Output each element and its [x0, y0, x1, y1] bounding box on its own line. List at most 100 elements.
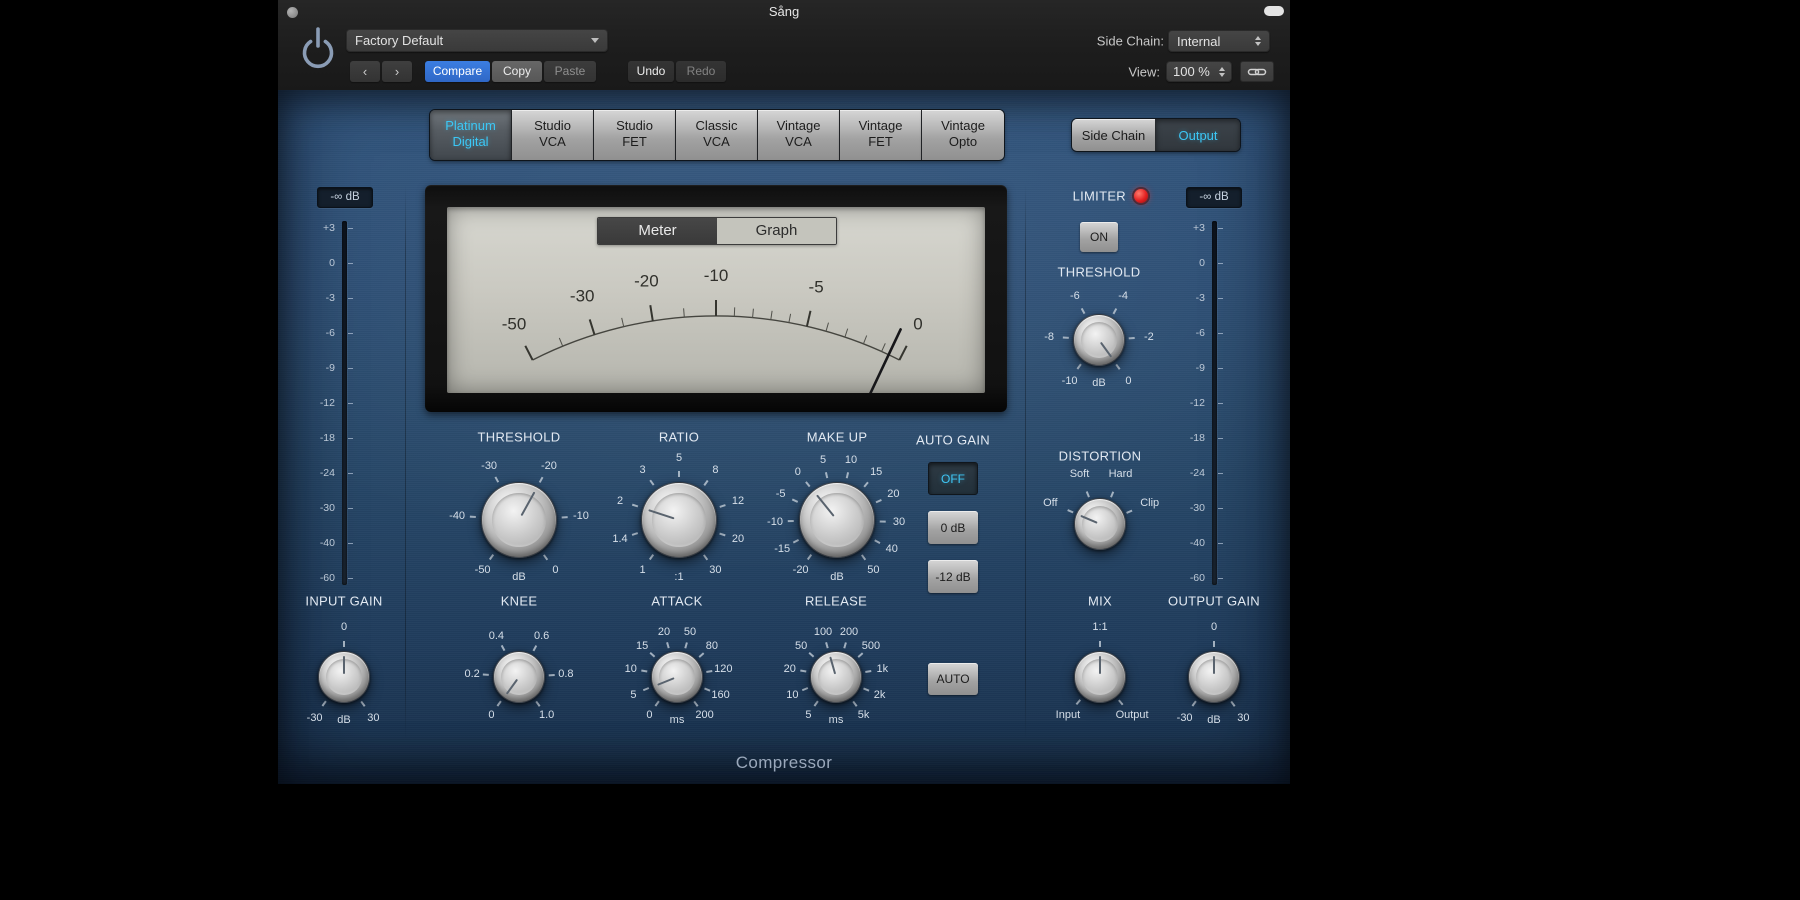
knob-scale-label: 2 — [617, 495, 623, 507]
knob-scale-label: -50 — [475, 564, 491, 576]
meter-tick — [348, 543, 353, 544]
side-chain-button[interactable]: Side Chain — [1072, 119, 1156, 151]
plugin-window: Sång Factory Default ‹ › Compare Copy Pa… — [278, 0, 1290, 784]
knob-face — [641, 482, 717, 558]
svg-text:-50: -50 — [502, 315, 527, 334]
auto-gain-0-db-button[interactable]: 0 dB — [928, 511, 978, 544]
knob-scale-label: -5 — [776, 488, 786, 500]
side-chain-select[interactable]: Internal — [1168, 30, 1270, 52]
next-preset-button[interactable]: › — [382, 61, 412, 82]
copy-button[interactable]: Copy — [492, 61, 542, 82]
knob-scale-label: Input — [1056, 709, 1080, 721]
output-button[interactable]: Output — [1156, 119, 1240, 151]
model-button-platinum-digital[interactable]: PlatinumDigital — [430, 110, 512, 160]
knob-scale-label: 5k — [858, 709, 870, 721]
link-button[interactable] — [1240, 61, 1274, 82]
model-button-classic-vca[interactable]: ClassicVCA — [676, 110, 758, 160]
knob-scale-label: 10 — [625, 663, 637, 675]
knob-scale-label: 0 — [488, 709, 494, 721]
knob-scale-label: -4 — [1118, 290, 1128, 302]
power-button[interactable] — [298, 22, 338, 70]
knob-scale-label: 30 — [893, 516, 905, 528]
meter-tick — [1218, 333, 1223, 334]
compare-button[interactable]: Compare — [425, 61, 490, 82]
knob-scale-label: 0.6 — [534, 630, 549, 642]
paste-button[interactable]: Paste — [544, 61, 596, 82]
knob-scale-label: 0 — [552, 564, 558, 576]
model-button-vintage-opto[interactable]: VintageOpto — [922, 110, 1004, 160]
svg-text:0: 0 — [913, 315, 922, 334]
undo-button[interactable]: Undo — [628, 61, 674, 82]
model-button-vintage-vca[interactable]: VintageVCA — [758, 110, 840, 160]
knob-face — [1074, 498, 1126, 550]
knob-unit-label: dB — [830, 571, 843, 583]
tab-meter[interactable]: Meter — [598, 218, 717, 244]
meter-tick-label: -12 — [320, 397, 335, 409]
knob-scale-label: 30 — [1237, 712, 1249, 724]
tab-graph[interactable]: Graph — [717, 218, 836, 244]
knob-pointer — [1075, 652, 1125, 702]
header-menu-pill[interactable] — [1264, 6, 1284, 16]
meter-tick-label: -24 — [1190, 467, 1205, 479]
knob-scale-label: 5 — [630, 689, 636, 701]
knob-scale-label: -8 — [1044, 331, 1054, 343]
model-button-vintage-fet[interactable]: VintageFET — [840, 110, 922, 160]
meter-tick — [348, 578, 353, 579]
meter-tick — [1218, 228, 1223, 229]
svg-text:-30: -30 — [570, 287, 595, 306]
knob-scale-label: 30 — [709, 564, 721, 576]
knob-scale-label: 1 — [640, 564, 646, 576]
auto-button[interactable]: AUTO — [928, 663, 978, 695]
knob-scale-label: 500 — [862, 640, 880, 652]
knob-scale-label: 0 — [1125, 375, 1131, 387]
knob-scale-label: Hard — [1109, 468, 1133, 480]
meter-tick-label: -18 — [1190, 432, 1205, 444]
view-select[interactable]: 100 % — [1166, 61, 1232, 82]
auto-gain-off-button[interactable]: OFF — [928, 462, 978, 495]
knob-scale-label: 0.8 — [558, 668, 573, 680]
knob-pointer — [1189, 652, 1239, 702]
knob-scale-label: 160 — [711, 689, 729, 701]
auto-gain-12-db-button[interactable]: -12 dB — [928, 560, 978, 593]
attack-label: ATTACK — [651, 594, 702, 609]
mix-label: MIX — [1088, 594, 1112, 609]
knob-pointer — [319, 652, 369, 702]
knob-scale-label: 30 — [367, 712, 379, 724]
knob-scale-label: 50 — [867, 564, 879, 576]
prev-preset-button[interactable]: ‹ — [350, 61, 380, 82]
knob-scale-label: -10 — [573, 510, 589, 522]
svg-text:-10: -10 — [704, 266, 729, 285]
knob-scale-label: -30 — [1177, 712, 1193, 724]
limiter-on-button[interactable]: ON — [1080, 222, 1118, 252]
meter-tick-label: -40 — [320, 537, 335, 549]
model-button-studio-fet[interactable]: StudioFET — [594, 110, 676, 160]
knob-scale-label: 12 — [732, 495, 744, 507]
preset-select[interactable]: Factory Default — [346, 29, 608, 52]
knob-scale-label: -10 — [1062, 375, 1078, 387]
knob-scale-label: 8 — [712, 464, 718, 476]
knob-tick — [1213, 641, 1215, 647]
knob-face — [810, 651, 862, 703]
sidechain-output-toggle: Side ChainOutput — [1072, 119, 1240, 151]
panel-divider — [405, 185, 406, 740]
knob-scale-label: 200 — [840, 626, 858, 638]
knob-scale-label: 200 — [695, 709, 713, 721]
meter-tick-label: -9 — [1196, 362, 1205, 374]
knob-scale-label: 0 — [795, 466, 801, 478]
knob-scale-label: 10 — [786, 689, 798, 701]
knob-scale-label: 0 — [341, 621, 347, 633]
model-button-studio-vca[interactable]: StudioVCA — [512, 110, 594, 160]
knob-face — [318, 651, 370, 703]
output-gain-label: OUTPUT GAIN — [1168, 594, 1260, 609]
meter-tick-label: -6 — [1196, 327, 1205, 339]
knob-scale-label: 20 — [887, 488, 899, 500]
stepper-icon — [1219, 67, 1225, 77]
meter-tick-label: -3 — [1196, 292, 1205, 304]
meter-tick — [348, 263, 353, 264]
knob-scale-label: -15 — [774, 543, 790, 555]
redo-button[interactable]: Redo — [676, 61, 726, 82]
knob-scale-label: 100 — [814, 626, 832, 638]
knob-scale-label: 40 — [886, 543, 898, 555]
meter-tick-label: +3 — [323, 222, 335, 234]
meter-tick-label: +3 — [1193, 222, 1205, 234]
